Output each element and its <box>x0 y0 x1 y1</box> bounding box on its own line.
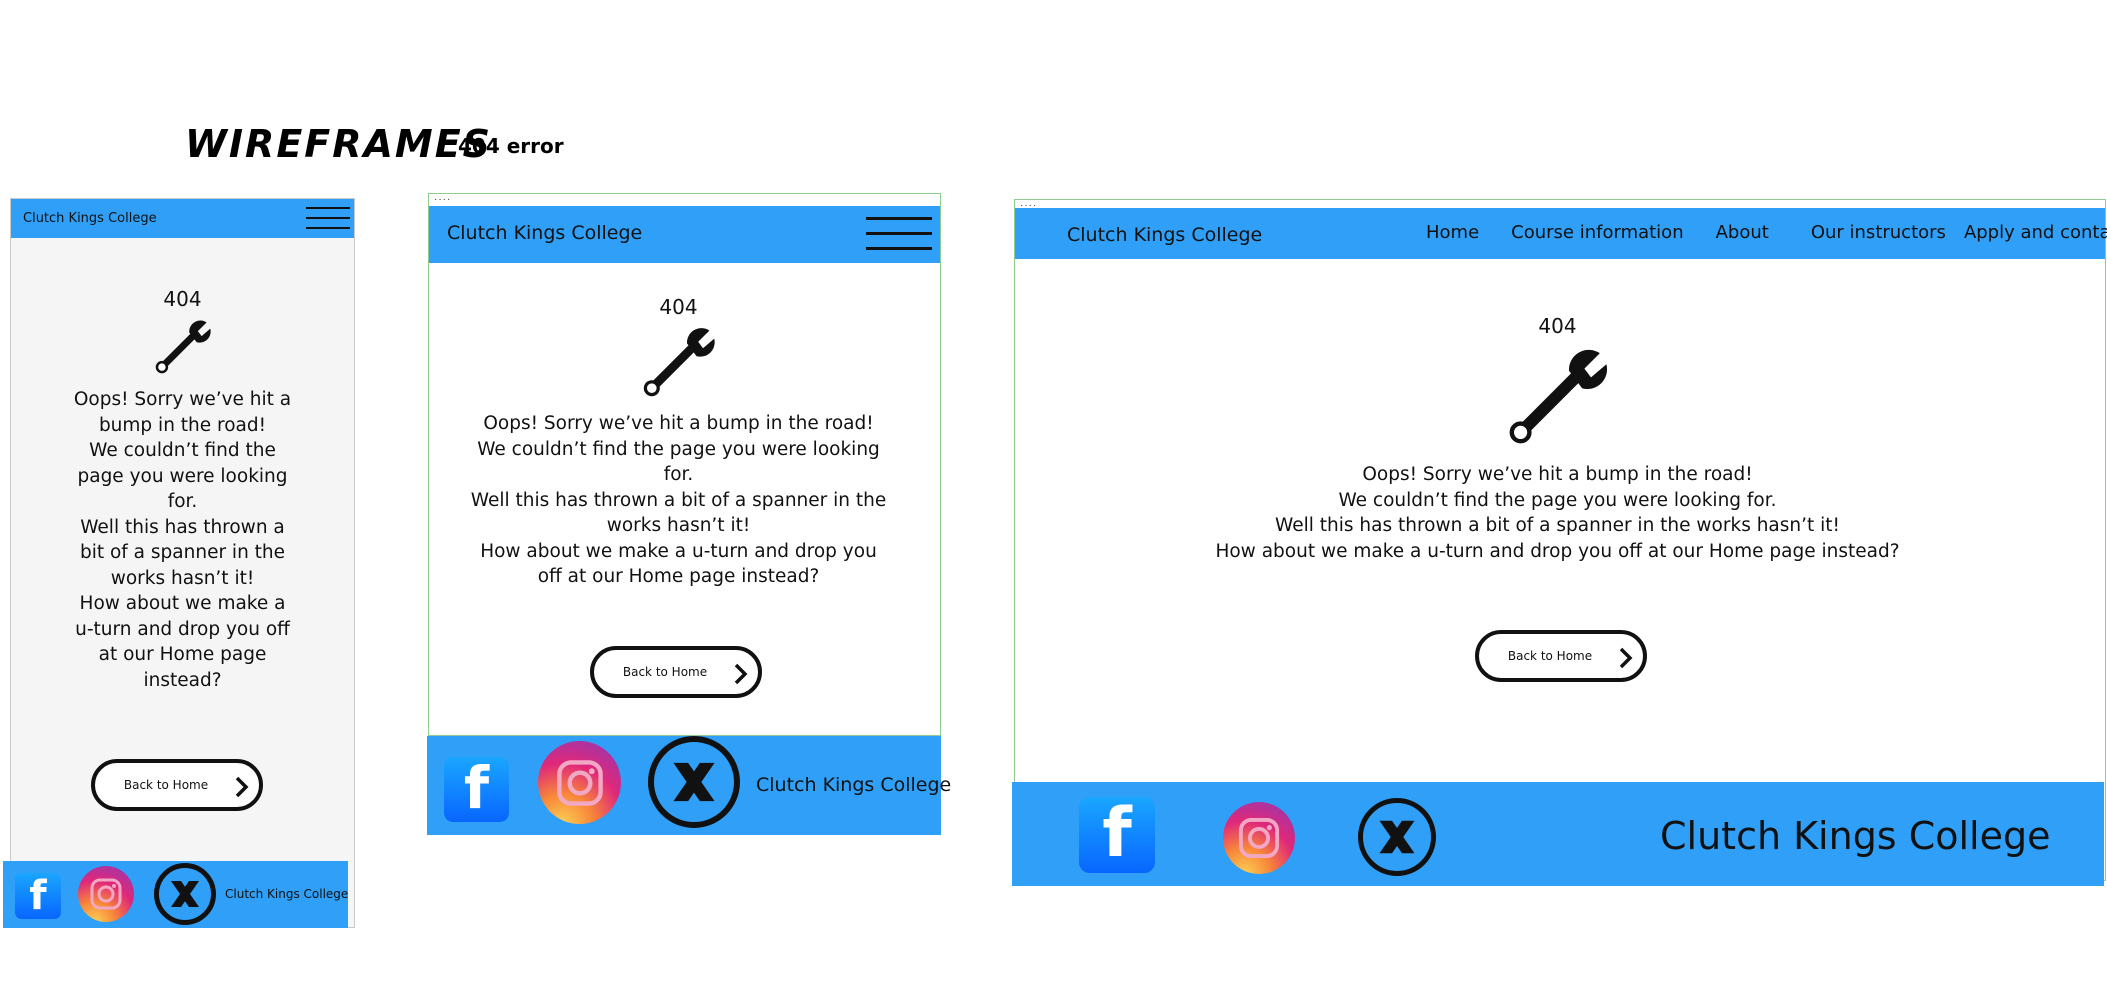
facebook-icon[interactable]: f <box>1079 797 1155 873</box>
hamburger-icon[interactable] <box>866 217 932 250</box>
error-message: Oops! Sorry we’ve hit a bump in the road… <box>417 411 940 590</box>
message-line: bump in the road! <box>98 414 267 436</box>
back-to-home-button[interactable]: Back to Home <box>91 759 263 811</box>
facebook-icon[interactable]: f <box>444 757 509 822</box>
mobile-footer-brand: Clutch Kings College <box>225 887 349 901</box>
error-message: Oops! Sorry we’ve hit a bump in the road!… <box>11 387 354 693</box>
desktop-content: 404 Oops! Sorry we’ve hit a bump in the … <box>1010 314 2105 564</box>
nav-link-course-information[interactable]: Course information <box>1511 222 1683 243</box>
message-line: Well this has thrown a bit of a spanner … <box>470 489 887 511</box>
desktop-header: Clutch Kings College Home Course informa… <box>1015 208 2107 259</box>
message-line: How about we make a u-turn and drop you <box>480 540 877 562</box>
tablet-wireframe: ···· Clutch Kings College 404 Oops! Sorr… <box>428 193 941 736</box>
nav-link-about[interactable]: About <box>1716 222 1769 243</box>
instagram-icon[interactable] <box>78 866 134 922</box>
message-line: bit of a spanner in the <box>79 542 286 563</box>
message-line: Oops! Sorry we’ve hit a <box>73 389 292 410</box>
wrench-icon <box>155 320 211 374</box>
nav-link-home[interactable]: Home <box>1426 222 1479 243</box>
desktop-brand[interactable]: Clutch Kings College <box>1067 224 1262 246</box>
message-line: for. <box>167 491 198 512</box>
message-line: We couldn’t find the <box>89 440 276 461</box>
page-subtitle: 404 error <box>458 134 564 158</box>
mobile-brand[interactable]: Clutch Kings College <box>23 211 157 226</box>
desktop-wireframe: ···· Clutch Kings College Home Course in… <box>1014 199 2107 881</box>
chevron-right-icon <box>1619 647 1633 669</box>
tablet-footer-brand: Clutch Kings College <box>756 774 952 796</box>
window-dots: ···· <box>434 194 452 205</box>
mobile-header: Clutch Kings College <box>11 199 354 238</box>
mobile-footer: f Clutch Kings College <box>3 861 348 928</box>
message-line: Well this has thrown a bit of a spanner … <box>1275 515 1840 536</box>
message-line: for. <box>663 464 694 485</box>
message-line: works hasn’t it! <box>606 515 751 536</box>
error-code: 404 <box>1538 314 1577 338</box>
mobile-wireframe: Clutch Kings College 404 Oops! Sorry we’… <box>10 198 355 928</box>
message-line: Well this has thrown a <box>80 516 285 538</box>
message-line: We couldn’t find the page you were looki… <box>477 438 880 460</box>
back-to-home-button[interactable]: Back to Home <box>1475 630 1647 682</box>
message-line: page you were looking <box>77 465 288 487</box>
tablet-content: 404 Oops! Sorry we’ve hit a bump in the … <box>417 295 940 590</box>
back-to-home-button[interactable]: Back to Home <box>590 646 762 698</box>
desktop-footer: f Clutch Kings College <box>1012 782 2104 886</box>
tablet-footer: f Clutch Kings College <box>427 736 951 835</box>
page-title: WIREFRAMES <box>185 122 493 166</box>
message-line: instead? <box>143 669 222 691</box>
chevron-right-icon <box>235 776 249 798</box>
hamburger-icon[interactable] <box>306 207 350 229</box>
message-line: How about we make a <box>79 593 286 614</box>
wrench-icon <box>1509 349 1607 444</box>
back-to-home-label: Back to Home <box>123 778 209 792</box>
message-line: Oops! Sorry we’ve hit a bump in the road… <box>483 413 874 434</box>
message-line: off at our Home page instead? <box>537 566 820 587</box>
instagram-icon[interactable] <box>538 741 621 824</box>
error-code: 404 <box>659 295 698 319</box>
instagram-icon[interactable] <box>1223 802 1295 874</box>
back-to-home-label: Back to Home <box>622 665 708 679</box>
message-line: How about we make a u-turn and drop you … <box>1215 540 1900 562</box>
nav-link-apply-and-contact[interactable]: Apply and contact <box>1964 222 2107 243</box>
x-icon[interactable] <box>648 736 740 828</box>
message-line: at our Home page <box>98 644 267 665</box>
nav-link-our-instructors[interactable]: Our instructors <box>1811 222 1946 243</box>
x-icon[interactable] <box>1358 798 1436 876</box>
tablet-brand[interactable]: Clutch Kings College <box>447 222 642 244</box>
x-icon[interactable] <box>154 863 216 925</box>
message-line: u-turn and drop you off <box>75 618 290 640</box>
tablet-header: Clutch Kings College <box>429 206 940 263</box>
wrench-icon <box>643 328 715 397</box>
error-message: Oops! Sorry we’ve hit a bump in the road… <box>1010 462 2105 564</box>
facebook-icon[interactable]: f <box>15 873 61 919</box>
mobile-content: 404 Oops! Sorry we’ve hit a bump in the r… <box>11 287 354 693</box>
desktop-footer-brand: Clutch Kings College <box>1660 814 2051 858</box>
chevron-right-icon <box>734 663 748 685</box>
message-line: works hasn’t it! <box>110 567 255 589</box>
desktop-nav: Home Course information About Our instru… <box>1426 222 2107 243</box>
message-line: We couldn’t find the page you were looki… <box>1338 489 1777 511</box>
message-line: Oops! Sorry we’ve hit a bump in the road… <box>1362 464 1753 485</box>
back-to-home-label: Back to Home <box>1507 649 1593 663</box>
error-code: 404 <box>163 287 202 311</box>
